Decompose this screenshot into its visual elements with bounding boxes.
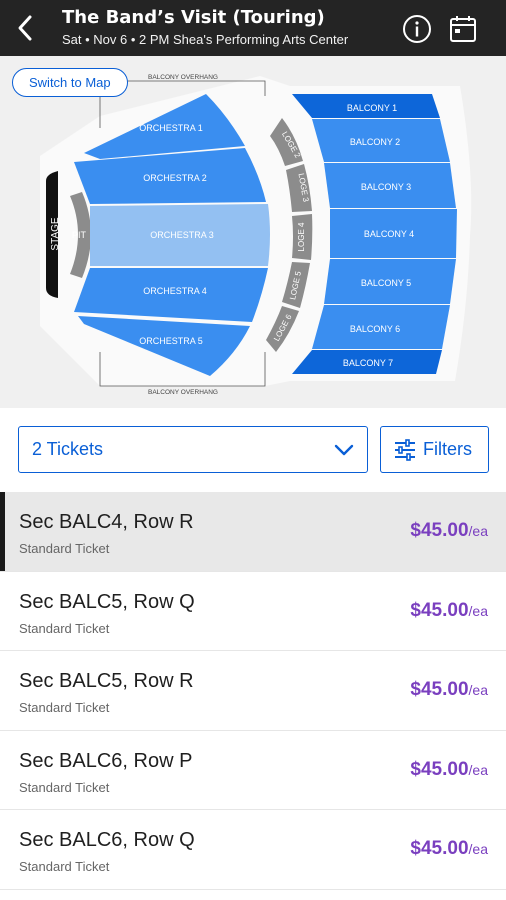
price-unit: /ea xyxy=(468,682,488,698)
seating-map[interactable]: Switch to Map BALCONY OVERHANG BALCONY O… xyxy=(0,56,506,408)
balcony-label-2: BALCONY 2 xyxy=(350,137,400,147)
loge-label-4: LOGE 4 xyxy=(297,222,306,251)
orchestra-label-3: ORCHESTRA 3 xyxy=(150,230,214,240)
price-value: $45.00 xyxy=(410,599,469,621)
stage-label: STAGE xyxy=(50,217,61,250)
balcony-label-6: BALCONY 6 xyxy=(350,324,400,334)
chevron-left-icon xyxy=(18,15,32,41)
listing-type: Standard Ticket xyxy=(19,541,110,556)
listing-section: Sec BALC5, Row R xyxy=(19,670,194,692)
overhang-bottom-label: BALCONY OVERHANG xyxy=(148,389,218,396)
chevron-down-icon xyxy=(334,444,354,456)
event-subtitle: Sat • Nov 6 • 2 PM Shea's Performing Art… xyxy=(62,32,349,47)
balcony-label-7: BALCONY 7 xyxy=(343,358,393,368)
listing-row[interactable]: Sec BALC6, Row P Standard Ticket $45.00/… xyxy=(0,730,506,810)
listing-price: $45.00/ea xyxy=(410,520,488,542)
switch-to-map-button[interactable]: Switch to Map xyxy=(12,68,128,97)
listing-row[interactable]: Sec BALC5, Row R Standard Ticket $45.00/… xyxy=(0,651,506,731)
balcony-label-3: BALCONY 3 xyxy=(361,182,411,192)
sliders-icon xyxy=(395,438,415,461)
balcony-label-1: BALCONY 1 xyxy=(347,103,397,113)
listing-section: Sec BALC4, Row R xyxy=(19,511,194,533)
overhang-top-label: BALCONY OVERHANG xyxy=(148,74,218,81)
listing-type: Standard Ticket xyxy=(19,779,110,795)
listing-row[interactable]: Sec BALC6, Row Q Standard Ticket $45.00/… xyxy=(0,810,506,890)
price-unit: /ea xyxy=(468,602,488,619)
price-value: $45.00 xyxy=(410,679,469,700)
price-value: $45.00 xyxy=(410,758,469,780)
listing-section: Sec BALC6, Row P xyxy=(19,749,193,772)
event-title: The Band’s Visit (Touring) xyxy=(62,7,325,28)
price-value: $45.00 xyxy=(410,520,469,541)
app-header: The Band’s Visit (Touring) Sat • Nov 6 •… xyxy=(0,0,506,56)
listing-price: $45.00/ea xyxy=(410,600,488,622)
info-button[interactable] xyxy=(402,14,432,44)
listing-type: Standard Ticket xyxy=(19,700,110,715)
listing-price: $45.00/ea xyxy=(410,679,488,701)
listing-price: $45.00/ea xyxy=(410,759,488,781)
back-button[interactable] xyxy=(8,10,42,46)
listing-row[interactable]: Sec BALC5, Row Q Standard Ticket $45.00/… xyxy=(0,571,506,651)
seat-map-graphic: BALCONY OVERHANG BALCONY OVERHANG STAGE … xyxy=(40,74,472,396)
price-unit: /ea xyxy=(468,523,488,539)
filters-label: Filters xyxy=(423,439,472,459)
listing-row[interactable]: Sec BALC4, Row R Standard Ticket $45.00/… xyxy=(0,492,506,572)
orchestra-label-5: ORCHESTRA 5 xyxy=(139,336,203,346)
listing-price: $45.00/ea xyxy=(410,838,488,860)
listing-section: Sec BALC5, Row Q xyxy=(19,590,195,613)
info-icon xyxy=(403,15,431,43)
balcony-label-4: BALCONY 4 xyxy=(364,229,414,239)
price-unit: /ea xyxy=(468,841,488,857)
filters-button[interactable]: Filters xyxy=(380,426,489,473)
ticket-quantity-select[interactable]: 2 Tickets xyxy=(18,426,368,473)
orchestra-label-4: ORCHESTRA 4 xyxy=(143,286,207,296)
pit-label: PIT xyxy=(72,230,87,240)
orchestra-label-2: ORCHESTRA 2 xyxy=(143,173,207,183)
calendar-icon xyxy=(450,16,476,42)
listing-type: Standard Ticket xyxy=(19,859,110,874)
balcony-label-5: BALCONY 5 xyxy=(361,278,411,288)
calendar-button[interactable] xyxy=(448,14,478,44)
listing-type: Standard Ticket xyxy=(19,620,110,636)
orchestra-label-1: ORCHESTRA 1 xyxy=(139,123,203,133)
ticket-quantity-value: 2 Tickets xyxy=(32,439,104,459)
ticket-listings: Sec BALC4, Row R Standard Ticket $45.00/… xyxy=(0,492,506,890)
price-unit: /ea xyxy=(468,761,488,778)
ticket-controls: 2 Tickets Filters xyxy=(0,408,506,492)
price-value: $45.00 xyxy=(410,838,469,859)
listing-section: Sec BALC6, Row Q xyxy=(19,829,195,851)
